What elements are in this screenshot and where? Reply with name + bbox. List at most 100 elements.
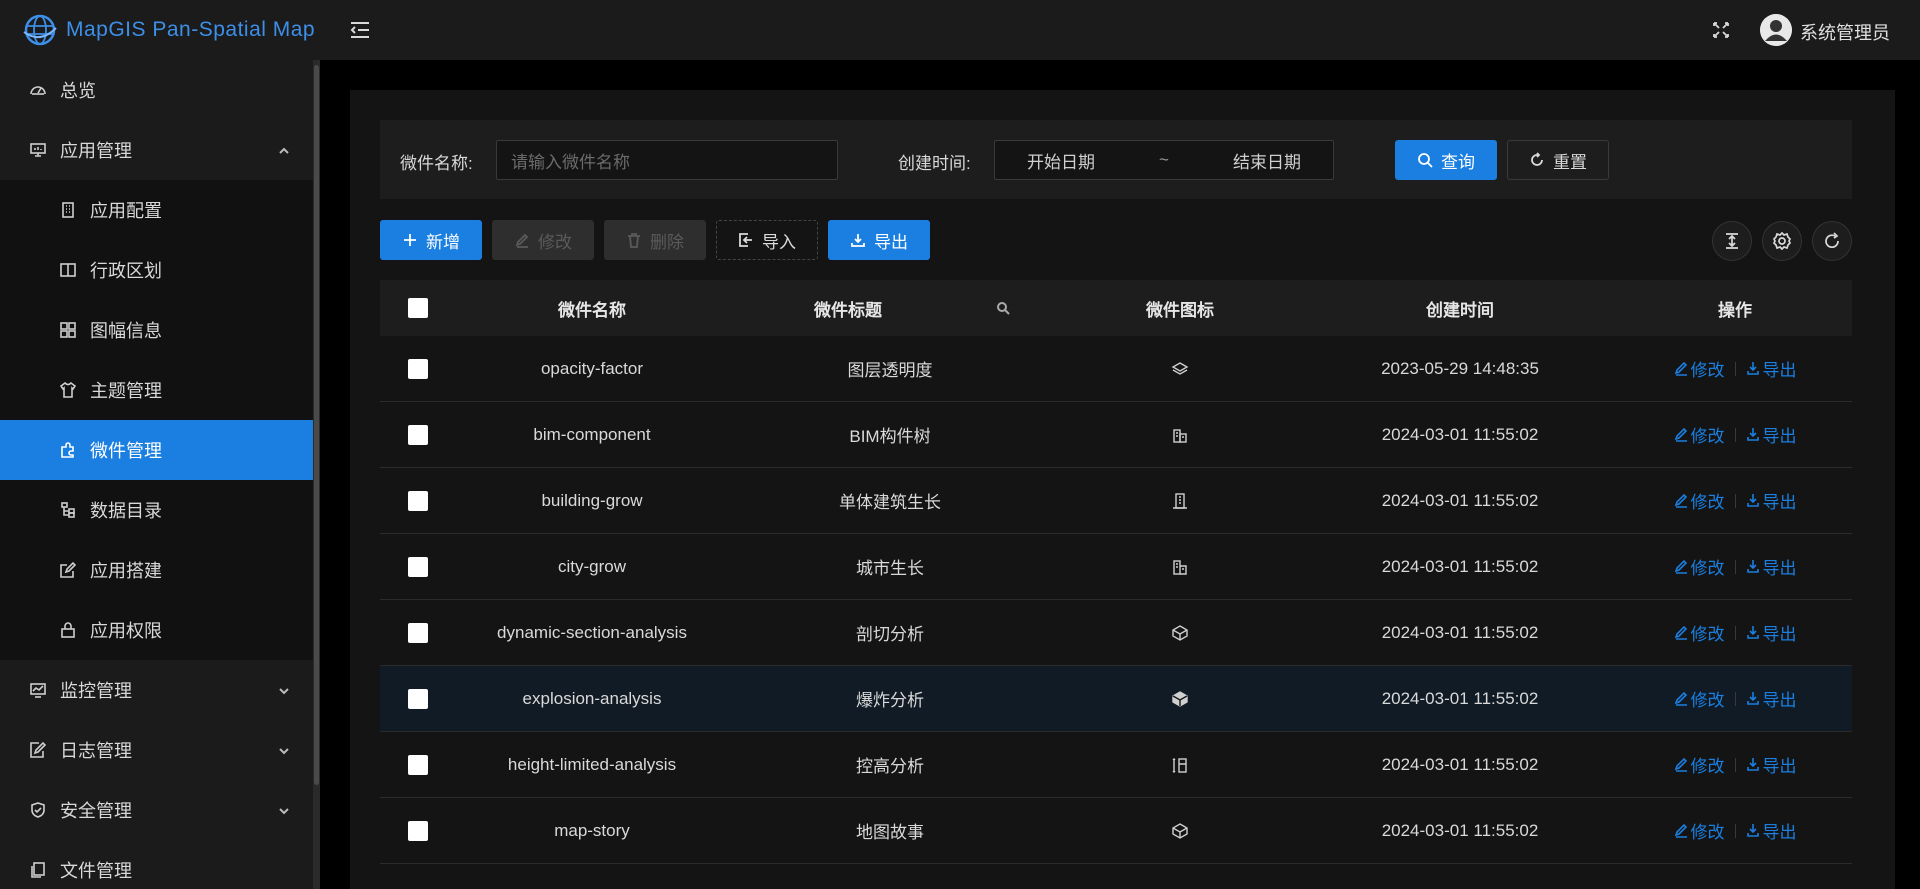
sidebar-item-security[interactable]: 安全管理: [0, 780, 313, 840]
header-name: 微件名称: [558, 300, 626, 320]
username[interactable]: 系统管理员: [1800, 19, 1890, 45]
shield-icon: [28, 800, 48, 820]
sidebar-item-log[interactable]: 日志管理: [0, 720, 313, 780]
query-label: 查询: [1441, 152, 1475, 172]
cell-title: 控高分析: [856, 757, 924, 776]
table-row: dynamic-section-analysis 剖切分析 2024-03-01…: [380, 600, 1852, 666]
sidebar-item-admin-division[interactable]: 行政区划: [0, 240, 313, 300]
row-export-link[interactable]: 导出: [1746, 686, 1797, 711]
cell-name: bim-component: [533, 424, 651, 444]
sidebar-item-label: 总览: [60, 81, 96, 101]
row-edit-link[interactable]: 修改: [1674, 620, 1725, 645]
sidebar-item-label: 应用搭建: [90, 561, 162, 581]
app-management-submenu: 应用配置 行政区划 图幅信息 主题管理 微件管理 数据目录 应用搭建 应用权限: [0, 180, 313, 660]
logo[interactable]: MapGIS Pan-Spatial Map: [0, 0, 320, 60]
sidebar-item-app-permission[interactable]: 应用权限: [0, 600, 313, 660]
cell-ops: 修改 导出: [1620, 356, 1850, 381]
scrollbar-thumb[interactable]: [314, 65, 319, 785]
header-search-icon[interactable]: [996, 300, 1012, 316]
cell-ops: 修改 导出: [1620, 818, 1850, 843]
delete-button[interactable]: 删除: [604, 220, 706, 260]
sidebar-item-app-build[interactable]: 应用搭建: [0, 540, 313, 600]
row-export-link[interactable]: 导出: [1746, 818, 1797, 843]
end-date-placeholder[interactable]: 结束日期: [1233, 148, 1301, 173]
date-range-picker[interactable]: 开始日期 ~ 结束日期: [994, 140, 1334, 180]
row-export-label: 导出: [1762, 823, 1797, 842]
columns-icon: [58, 260, 78, 280]
sidebar-item-app-management[interactable]: 应用管理: [0, 120, 313, 180]
widget-name-input[interactable]: 请输入微件名称: [496, 140, 838, 180]
table-row: building-grow 单体建筑生长 2024-03-01 11:55:02…: [380, 468, 1852, 534]
sidebar-item-theme[interactable]: 主题管理: [0, 360, 313, 420]
row-export-link[interactable]: 导出: [1746, 356, 1797, 381]
row-export-link[interactable]: 导出: [1746, 554, 1797, 579]
download-icon: [851, 234, 865, 247]
row-edit-link[interactable]: 修改: [1674, 818, 1725, 843]
cell-icon: [1060, 426, 1300, 444]
row-checkbox[interactable]: [408, 820, 428, 841]
chevron-down-icon: [277, 802, 291, 816]
start-date-placeholder[interactable]: 开始日期: [1027, 148, 1095, 173]
cell-title: 单体建筑生长: [839, 493, 941, 512]
row-export-link[interactable]: 导出: [1746, 488, 1797, 513]
sidebar-scrollbar[interactable]: [313, 60, 320, 889]
row-export-link[interactable]: 导出: [1746, 752, 1797, 777]
sidebar-item-app-config[interactable]: 应用配置: [0, 180, 313, 240]
row-checkbox[interactable]: [408, 622, 428, 643]
row-edit-label: 修改: [1690, 757, 1725, 776]
sidebar-item-label: 日志管理: [60, 741, 132, 761]
fullscreen-icon[interactable]: [1712, 21, 1730, 39]
edit-icon: [1674, 625, 1687, 640]
row-checkbox[interactable]: [408, 424, 428, 445]
avatar[interactable]: [1760, 14, 1792, 46]
chevron-up-icon: [277, 142, 291, 156]
table-row: city-grow 城市生长 2024-03-01 11:55:02 修改 导出: [380, 534, 1852, 600]
add-button[interactable]: 新增: [380, 220, 482, 260]
download-icon: [1746, 362, 1759, 375]
import-button[interactable]: 导入: [716, 220, 818, 260]
row-edit-label: 修改: [1690, 493, 1725, 512]
row-edit-link[interactable]: 修改: [1674, 356, 1725, 381]
plus-icon: [404, 234, 416, 246]
column-height-button[interactable]: [1712, 221, 1752, 261]
table-header: 微件名称 微件标题 微件图标 创建时间 操作: [380, 280, 1852, 336]
sidebar-item-monitor[interactable]: 监控管理: [0, 660, 313, 720]
cell-time: 2024-03-01 11:55:02: [1381, 754, 1539, 774]
cell-icon: [1060, 756, 1300, 774]
query-button[interactable]: 查询: [1395, 140, 1497, 180]
row-checkbox[interactable]: [408, 688, 428, 709]
row-edit-link[interactable]: 修改: [1674, 752, 1725, 777]
refresh-button[interactable]: [1812, 221, 1852, 261]
sidebar-item-map-sheet[interactable]: 图幅信息: [0, 300, 313, 360]
row-edit-link[interactable]: 修改: [1674, 422, 1725, 447]
menu-toggle-icon[interactable]: [348, 18, 372, 42]
download-icon: [1746, 824, 1759, 837]
row-checkbox[interactable]: [408, 556, 428, 577]
edit-button[interactable]: 修改: [492, 220, 594, 260]
cell-time: 2024-03-01 11:55:02: [1381, 424, 1539, 444]
row-edit-link[interactable]: 修改: [1674, 488, 1725, 513]
export-button[interactable]: 导出: [828, 220, 930, 260]
row-checkbox[interactable]: [408, 490, 428, 511]
row-edit-label: 修改: [1690, 691, 1725, 710]
row-export-link[interactable]: 导出: [1746, 422, 1797, 447]
import-label: 导入: [762, 232, 796, 252]
sidebar-item-widget[interactable]: 微件管理: [0, 420, 313, 480]
row-edit-label: 修改: [1690, 823, 1725, 842]
cell-icon: [1060, 690, 1300, 708]
row-checkbox[interactable]: [408, 754, 428, 775]
sidebar-item-data-catalog[interactable]: 数据目录: [0, 480, 313, 540]
row-checkbox[interactable]: [408, 358, 428, 379]
sidebar-item-label: 图幅信息: [90, 321, 162, 341]
select-all-checkbox[interactable]: [408, 298, 428, 318]
row-export-link[interactable]: 导出: [1746, 620, 1797, 645]
header-icon: 微件图标: [1146, 300, 1214, 320]
sidebar-item-file[interactable]: 文件管理: [0, 840, 313, 889]
sidebar-item-label: 安全管理: [60, 801, 132, 821]
reset-button[interactable]: 重置: [1507, 140, 1609, 180]
settings-button[interactable]: [1762, 221, 1802, 261]
sidebar-item-overview[interactable]: 总览: [0, 60, 313, 120]
row-edit-link[interactable]: 修改: [1674, 686, 1725, 711]
row-edit-link[interactable]: 修改: [1674, 554, 1725, 579]
edit-icon: [1674, 361, 1687, 376]
